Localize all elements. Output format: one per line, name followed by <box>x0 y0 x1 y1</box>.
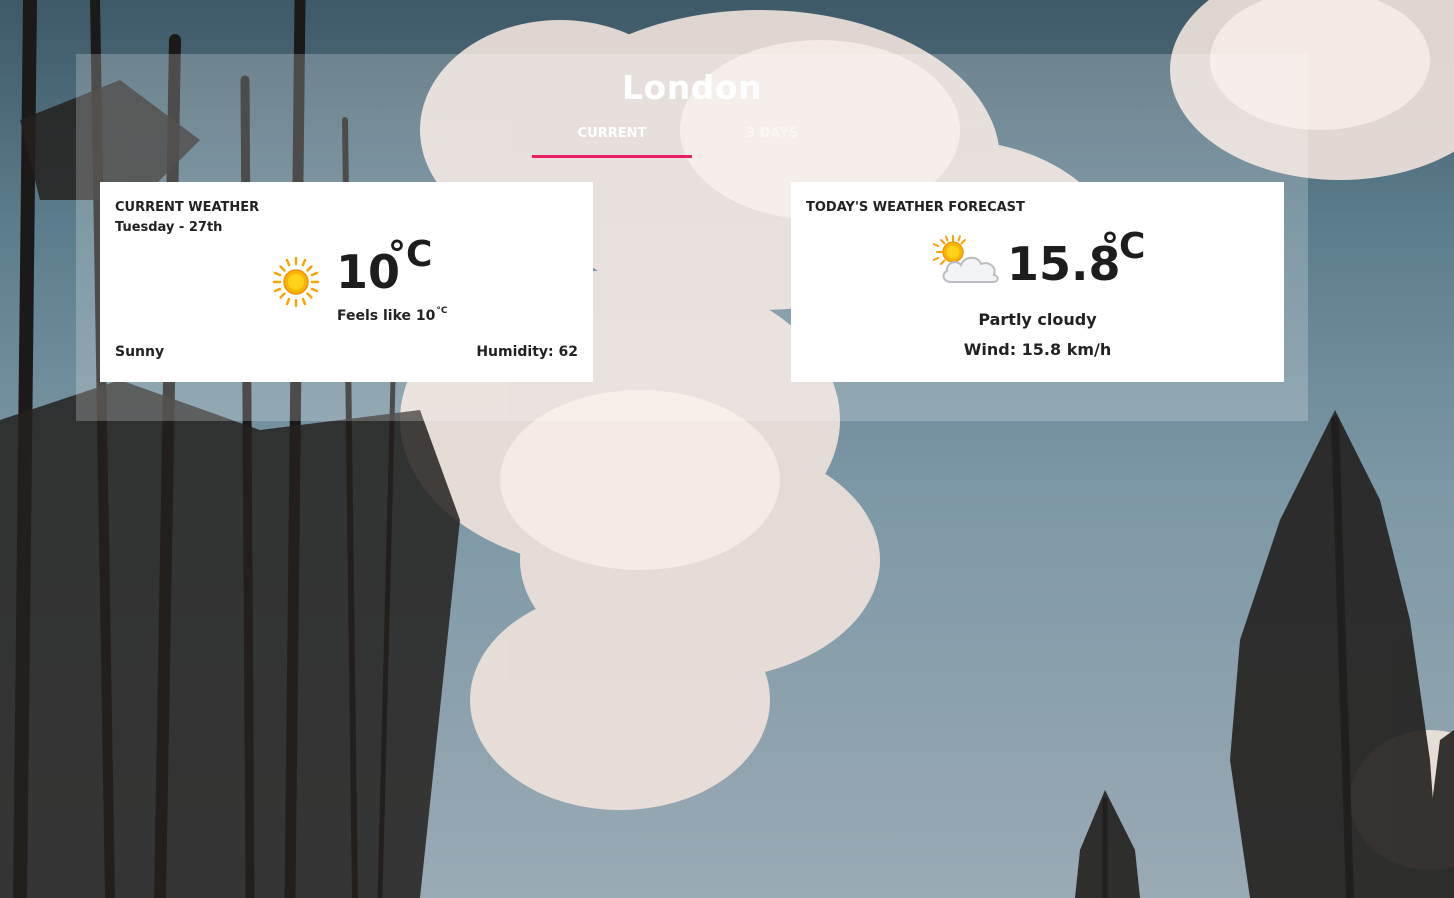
current-weather-card: CURRENT WEATHER Tuesday - 27th 10 °C Fee… <box>100 182 593 382</box>
sun-icon <box>272 256 320 312</box>
wind-speed: Wind: 15.8 km/h <box>963 340 1112 359</box>
humidity: Humidity: 62 <box>476 344 578 360</box>
tab-bar: CURRENT 3 DAYS <box>532 116 852 158</box>
active-tab-indicator <box>532 155 692 158</box>
card-title: CURRENT WEATHER <box>115 200 260 215</box>
feels-like: Feels like 10°C <box>337 306 448 324</box>
current-temperature-unit: °C <box>388 234 433 275</box>
forecast-temperature-unit: °C <box>1101 226 1146 267</box>
tab-3-days[interactable]: 3 DAYS <box>692 116 852 156</box>
current-condition: Sunny <box>115 344 165 360</box>
tab-current[interactable]: CURRENT <box>532 116 692 156</box>
feels-like-unit: °C <box>436 306 448 316</box>
card-title: TODAY'S WEATHER FORECAST <box>806 200 1025 215</box>
city-title: London <box>622 68 762 107</box>
weather-panel: London CURRENT 3 DAYS CURRENT WEATHER Tu… <box>76 54 1308 421</box>
forecast-condition: Partly cloudy <box>978 310 1097 329</box>
current-date: Tuesday - 27th <box>115 220 223 235</box>
partly-cloudy-icon <box>931 234 1003 294</box>
feels-like-label: Feels like 10 <box>337 308 436 324</box>
forecast-card: TODAY'S WEATHER FORECAST 15.8 °C Partly … <box>791 182 1284 382</box>
